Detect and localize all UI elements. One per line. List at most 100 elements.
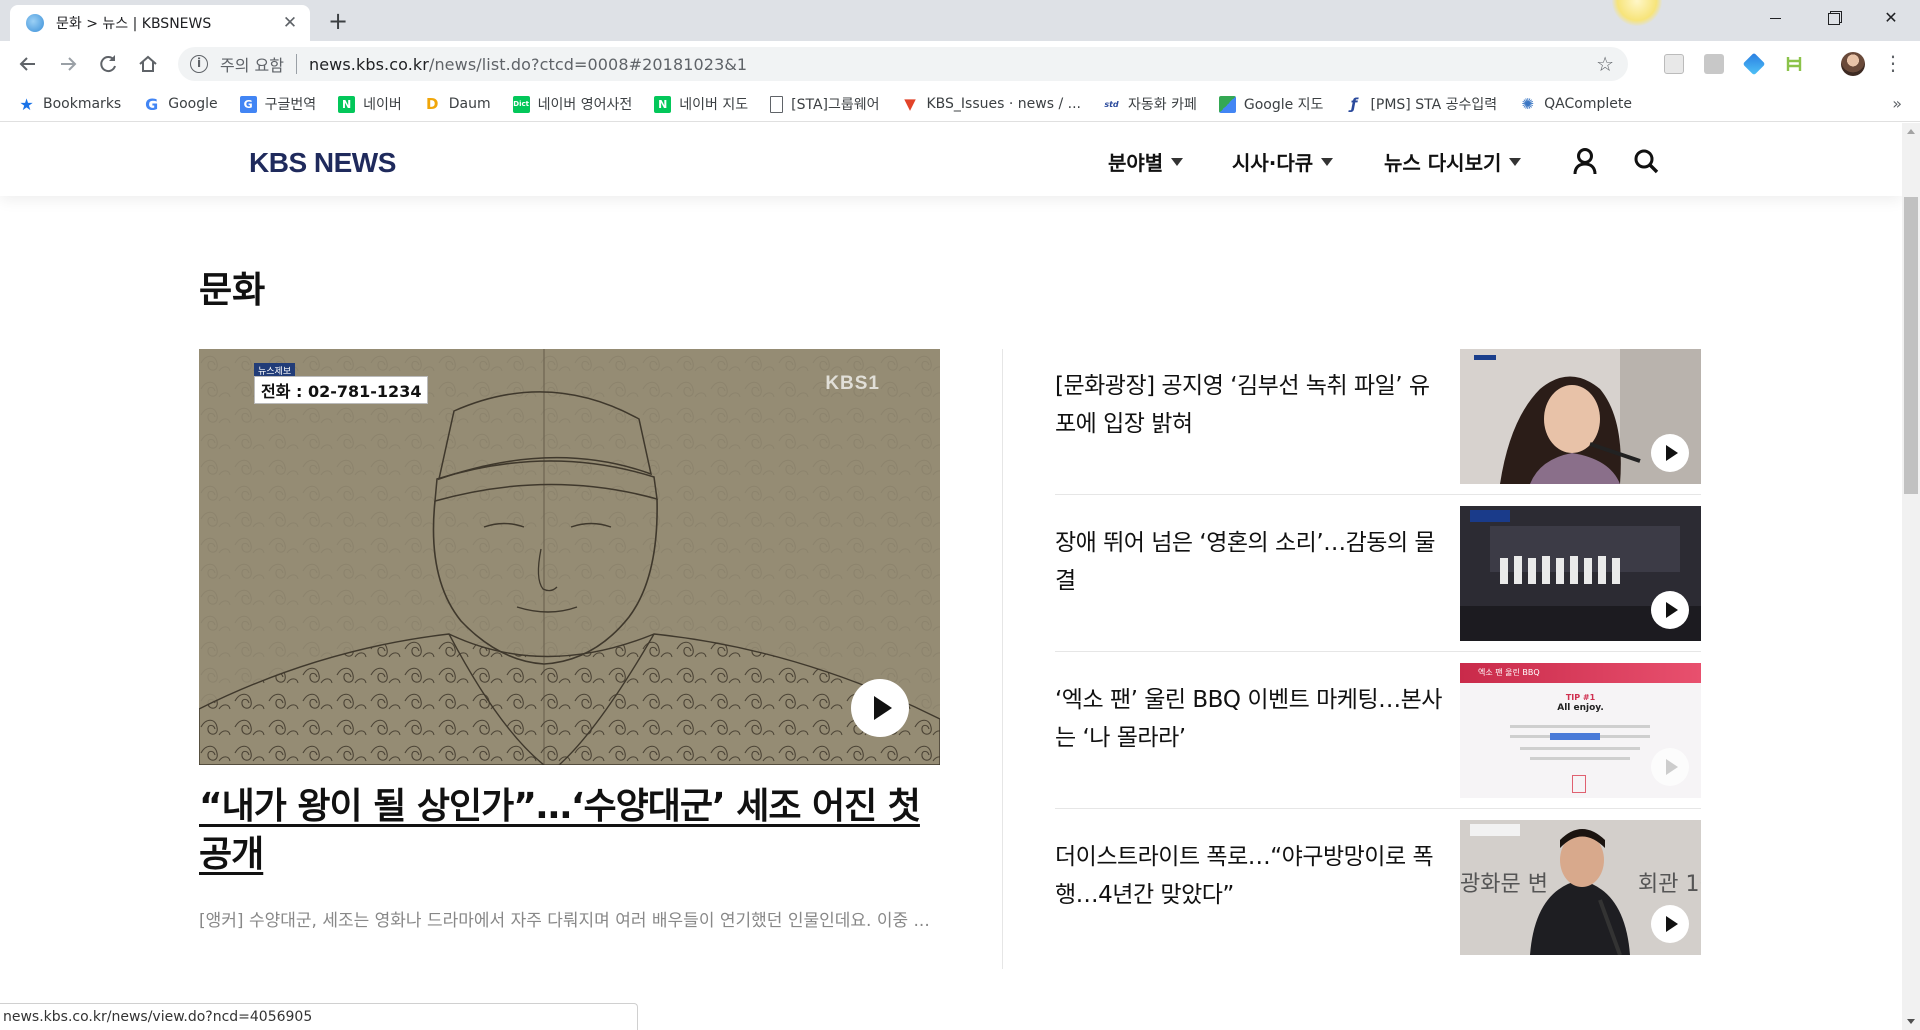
std-icon: std (1104, 99, 1119, 109)
thumbnail-text-line (1520, 747, 1640, 750)
dropdown-triangle-icon (1171, 157, 1184, 166)
status-bar-url: news.kbs.co.kr/news/view.do?ncd=4056905 (0, 1003, 638, 1030)
bookmark-label: 네이버 지도 (679, 97, 749, 113)
bookmark-label: Bookmarks (43, 96, 122, 112)
nav-current-affairs[interactable]: 시사·다큐 (1232, 147, 1334, 176)
play-button-icon[interactable] (1651, 591, 1689, 629)
news-title[interactable]: ‘엑소 팬’ 울린 BBQ 이벤트 마케팅…본사는 ‘나 몰라라’ (1055, 681, 1447, 757)
search-icon[interactable] (1632, 147, 1660, 175)
item-divider (1055, 808, 1701, 809)
play-button-icon[interactable] (1651, 434, 1689, 472)
nav-news-replay[interactable]: 뉴스 다시보기 (1384, 147, 1522, 176)
close-window-button[interactable]: ✕ (1862, 0, 1920, 36)
bookmark-label: KBS_Issues · news / ... (926, 96, 1081, 112)
nav-category[interactable]: 분야별 (1108, 147, 1184, 176)
thumbnail-doc-icon (1572, 775, 1586, 793)
thumbnail-highlight (1550, 733, 1600, 740)
list-item[interactable]: 장애 뛰어 넘은 ‘영혼의 소리’…감동의 물결 (1055, 506, 1701, 652)
scrollbar-thumb[interactable] (1904, 197, 1918, 494)
bookmark-item[interactable]: N 네이버 지도 (654, 94, 748, 114)
omnibox-divider (295, 54, 297, 74)
bookmark-item[interactable]: G Google (143, 94, 217, 114)
bookmark-label: 네이버 영어사전 (537, 97, 633, 113)
bookmark-star-icon[interactable]: ☆ (1596, 52, 1614, 76)
security-warning-label[interactable]: 주의 요함 (220, 52, 284, 76)
section-title: 문화 (199, 270, 266, 311)
list-item[interactable]: 더이스트라이트 폭로…“야구방망이로 폭행…4년간 맞았다” 광화문 변 회관 … (1055, 820, 1701, 955)
bookmark-label: 자동화 카페 (1127, 97, 1197, 113)
pms-icon: ƒ (1350, 95, 1358, 113)
list-item[interactable]: ‘엑소 팬’ 울린 BBQ 이벤트 마케팅…본사는 ‘나 몰라라’ 엑소 팬 울… (1055, 663, 1701, 809)
bookmarks-bar: ★ Bookmarks G Google G 구글번역 N 네이버 D Daum Dict… (0, 87, 1920, 122)
kbs1-watermark: KBS1 (825, 373, 880, 394)
page-scrollbar[interactable] (1902, 123, 1920, 1030)
scroll-down-arrow-icon[interactable] (1907, 1019, 1915, 1024)
play-button-icon[interactable] (851, 679, 909, 737)
extension-arrow-icon[interactable] (1742, 52, 1766, 76)
hero-video-thumbnail[interactable]: 뉴스제보 전화 : 02-781-1234 KBS1 (199, 349, 940, 765)
kbs-news-logo[interactable]: KBS NEWS (249, 147, 396, 179)
translate-icon: G (239, 95, 257, 113)
thumbnail-caption: 광화문 변 (1460, 872, 1548, 897)
chrome-menu-icon[interactable]: ⋮ (1883, 51, 1903, 77)
back-icon[interactable] (14, 50, 42, 78)
browser-tab-active[interactable]: 문화 > 뉴스 | KBSNEWS ✕ (10, 5, 310, 41)
maximize-button[interactable] (1804, 0, 1862, 36)
news-thumbnail[interactable]: 광화문 변 회관 10층 (1460, 820, 1701, 955)
hero-summary[interactable]: [앵커] 수양대군, 세조는 영화나 드라마에서 자주 다뤄지며 여러 배우들이… (199, 905, 940, 937)
extension-green-icon[interactable] (1784, 54, 1804, 74)
url-host: news.kbs.co.kr (308, 54, 429, 74)
play-button-icon[interactable] (1651, 905, 1689, 943)
bookmark-item[interactable]: ƒ [PMS] STA 공수입력 (1345, 94, 1497, 114)
bookmark-label: Google 지도 (1243, 97, 1324, 113)
thumbnail-text-line (1530, 757, 1630, 760)
news-title[interactable]: 더이스트라이트 폭로…“야구방망이로 폭행…4년간 맞았다” (1055, 838, 1447, 914)
address-bar[interactable]: i 주의 요함 news.kbs.co.kr/news/list.do?ctcd… (178, 47, 1628, 81)
thumbnail-text-line (1510, 725, 1650, 728)
bookmark-item[interactable]: N 네이버 (338, 94, 402, 114)
nav-label: 시사·다큐 (1232, 151, 1314, 175)
qa-icon: ✺ (1521, 95, 1534, 113)
bookmark-item[interactable]: Google 지도 (1218, 94, 1324, 114)
new-tab-button[interactable]: + (324, 8, 352, 36)
dropdown-triangle-icon (1509, 157, 1522, 166)
news-title[interactable]: 장애 뛰어 넘은 ‘영혼의 소리’…감동의 물결 (1055, 524, 1447, 600)
play-button-icon[interactable] (1651, 748, 1689, 786)
bookmark-item[interactable]: G 구글번역 (239, 94, 316, 114)
news-thumbnail[interactable] (1460, 506, 1701, 641)
reload-icon[interactable] (94, 50, 122, 78)
profile-avatar[interactable] (1841, 52, 1865, 76)
google-icon: G (145, 94, 159, 114)
scroll-up-arrow-icon[interactable] (1907, 129, 1915, 134)
user-icon[interactable] (1572, 147, 1598, 175)
dropdown-triangle-icon (1321, 157, 1334, 166)
bookmark-item[interactable]: Dict 네이버 영어사전 (512, 94, 633, 114)
column-divider (1002, 349, 1003, 969)
bookmark-item[interactable]: ★ Bookmarks (18, 95, 122, 114)
extension-ex-icon[interactable] (1704, 54, 1724, 74)
home-icon[interactable] (134, 50, 162, 78)
naver-icon: N (654, 95, 672, 113)
extension-screen-icon[interactable] (1664, 54, 1684, 74)
bookmark-item[interactable]: std 자동화 카페 (1103, 94, 1197, 114)
bookmark-item[interactable]: D Daum (424, 95, 491, 113)
tab-close-icon[interactable]: ✕ (280, 13, 300, 33)
minimize-button[interactable] (1746, 0, 1804, 36)
page-icon (770, 95, 784, 113)
list-item[interactable]: [문화광장] 공지영 ‘김부선 녹취 파일’ 유포에 입장 밝혀 (1055, 349, 1701, 495)
forward-icon[interactable] (54, 50, 82, 78)
hero-headline[interactable]: “내가 왕이 될 상인가”…‘수양대군’ 세조 어진 첫 공개 (199, 783, 940, 879)
bookmark-item[interactable]: [STA]그룹웨어 (770, 94, 880, 114)
bookmarks-overflow-icon[interactable]: » (1892, 94, 1902, 113)
tab-title: 문화 > 뉴스 | KBSNEWS (56, 16, 212, 32)
info-icon[interactable]: i (190, 55, 208, 73)
url-path: /news/list.do?ctcd=0008#20181023&1 (428, 54, 748, 74)
news-title[interactable]: [문화광장] 공지영 ‘김부선 녹취 파일’ 유포에 입장 밝혀 (1055, 367, 1447, 443)
bookmark-item[interactable]: ✺ QAComplete (1519, 95, 1632, 113)
url-text[interactable]: news.kbs.co.kr/news/list.do?ctcd=0008#20… (309, 55, 747, 74)
bookmark-item[interactable]: ▼ KBS_Issues · news / ... (902, 95, 1081, 113)
bookmark-label: [STA]그룹웨어 (791, 97, 880, 113)
news-thumbnail[interactable]: 엑소 팬 울린 BBQ TIP #1 All enjoy. (1460, 663, 1701, 798)
nav-label: 분야별 (1108, 151, 1164, 175)
news-thumbnail[interactable] (1460, 349, 1701, 484)
